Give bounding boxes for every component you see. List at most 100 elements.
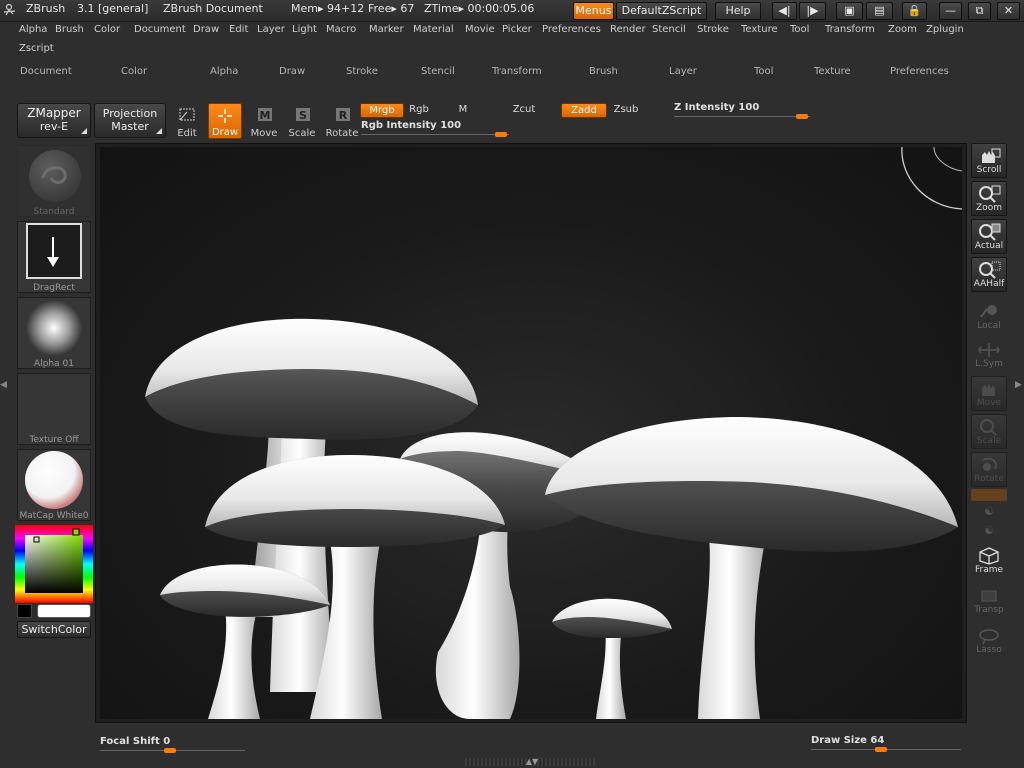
scale-mode-button[interactable]: S Scale: [285, 103, 319, 139]
layout-toggle-icon[interactable]: ▣: [836, 2, 863, 20]
layout-alt-icon[interactable]: ▤: [866, 2, 893, 20]
scale-view-button[interactable]: Scale: [971, 414, 1007, 449]
menu-preferences[interactable]: Preferences: [542, 24, 601, 35]
switch-color-button[interactable]: SwitchColor: [17, 621, 91, 638]
mrgb-button[interactable]: Mrgb: [360, 103, 404, 118]
menu-texture[interactable]: Texture: [741, 24, 778, 35]
alpha-preview-icon: [26, 300, 82, 356]
tray-document[interactable]: Document: [20, 66, 72, 77]
aahalf-button[interactable]: AAHalf: [971, 257, 1007, 292]
menu-edit[interactable]: Edit: [229, 24, 248, 35]
sym-dim-icon[interactable]: ☯: [982, 505, 996, 519]
menu-light[interactable]: Light: [292, 24, 317, 35]
rotate-view-button[interactable]: Rotate: [971, 452, 1007, 487]
zcut-button[interactable]: Zcut: [508, 103, 540, 118]
tray-brush[interactable]: Brush: [589, 66, 618, 77]
menu-alpha[interactable]: Alpha: [19, 24, 47, 35]
tray-expand-arrows-icon[interactable]: ▲▼: [520, 757, 544, 767]
tray-draw[interactable]: Draw: [279, 66, 305, 77]
tray-tool[interactable]: Tool: [754, 66, 773, 77]
menu-tool[interactable]: Tool: [790, 24, 809, 35]
menu-stencil[interactable]: Stencil: [652, 24, 686, 35]
transp-icon: [981, 590, 997, 602]
menu-picker[interactable]: Picker: [502, 24, 532, 35]
stroke-slot[interactable]: DragRect: [17, 221, 91, 293]
polyf-toggle[interactable]: [971, 489, 1007, 501]
left-tray-arrow-icon[interactable]: ◀: [0, 380, 8, 402]
zoom-button[interactable]: Zoom: [971, 181, 1007, 216]
rgb-intensity-slider[interactable]: Rgb Intensity 100: [361, 120, 509, 137]
menu-document[interactable]: Document: [134, 24, 186, 35]
tray-stroke[interactable]: Stroke: [346, 66, 378, 77]
default-zscript-button[interactable]: DefaultZScript: [616, 2, 707, 20]
transp-button[interactable]: Transp: [971, 584, 1007, 619]
slider-knob[interactable]: [796, 114, 808, 119]
menu-zplugin[interactable]: Zplugin: [926, 24, 964, 35]
brush-slot[interactable]: Standard: [17, 145, 91, 217]
palette-left-icon[interactable]: ◀|: [772, 2, 797, 20]
alpha-slot[interactable]: Alpha 01: [17, 297, 91, 369]
zsub-button[interactable]: Zsub: [611, 103, 641, 118]
tray-color[interactable]: Color: [121, 66, 147, 77]
menu-layer[interactable]: Layer: [257, 24, 285, 35]
minimize-icon[interactable]: —: [939, 2, 962, 20]
tray-preferences[interactable]: Preferences: [890, 66, 949, 77]
menu-stroke[interactable]: Stroke: [697, 24, 729, 35]
menu-movie[interactable]: Movie: [465, 24, 495, 35]
color-picker[interactable]: [15, 525, 93, 603]
secondary-color-swatch[interactable]: [17, 604, 32, 618]
menu-render[interactable]: Render: [610, 24, 646, 35]
lock-icon[interactable]: 🔒: [902, 2, 927, 20]
document-canvas[interactable]: [100, 147, 962, 719]
local-button[interactable]: Local: [971, 300, 1007, 335]
move-mode-button[interactable]: M Move: [247, 103, 281, 139]
menu-zscript[interactable]: Zscript: [19, 43, 54, 54]
move-hand-icon: [982, 384, 995, 396]
actual-button[interactable]: Actual: [971, 219, 1007, 254]
slider-knob[interactable]: [164, 748, 176, 753]
tray-transform[interactable]: Transform: [492, 66, 542, 77]
menu-marker[interactable]: Marker: [369, 24, 404, 35]
menu-color[interactable]: Color: [94, 24, 120, 35]
menu-transform[interactable]: Transform: [825, 24, 875, 35]
palette-right-icon[interactable]: |▶: [799, 2, 826, 20]
menu-draw[interactable]: Draw: [193, 24, 219, 35]
m-button[interactable]: M: [454, 103, 472, 118]
focal-shift-slider[interactable]: Focal Shift 0: [100, 736, 245, 753]
menu-material[interactable]: Material: [413, 24, 454, 35]
sym-dim-icon-2[interactable]: ☯: [982, 524, 996, 538]
slider-knob[interactable]: [875, 747, 887, 752]
menu-brush[interactable]: Brush: [55, 24, 84, 35]
frame-button[interactable]: Frame: [971, 544, 1007, 579]
tray-texture[interactable]: Texture: [814, 66, 851, 77]
restore-icon[interactable]: ⧉: [968, 2, 991, 20]
texture-slot[interactable]: Texture Off: [17, 373, 91, 445]
primary-color-swatch[interactable]: [37, 604, 91, 618]
zmapper-button[interactable]: ZMapper rev-E: [17, 103, 91, 138]
draw-size-slider[interactable]: Draw Size 64: [811, 735, 961, 752]
rgb-button[interactable]: Rgb: [406, 103, 432, 118]
material-slot[interactable]: MatCap White0: [17, 449, 91, 521]
edit-mode-button[interactable]: Edit: [170, 103, 204, 139]
zbrush-logo-icon: [3, 3, 16, 16]
z-intensity-slider[interactable]: Z Intensity 100: [674, 102, 810, 119]
draw-mode-button[interactable]: Draw: [208, 103, 242, 139]
menu-zoom[interactable]: Zoom: [888, 24, 917, 35]
projection-master-button[interactable]: Projection Master: [94, 103, 166, 138]
tray-stencil[interactable]: Stencil: [421, 66, 455, 77]
zadd-button[interactable]: Zadd: [561, 103, 607, 118]
move-view-button[interactable]: Move: [971, 376, 1007, 411]
right-tray-arrow-icon[interactable]: ▶: [1015, 380, 1023, 402]
slider-knob[interactable]: [495, 132, 507, 137]
tray-alpha[interactable]: Alpha: [210, 66, 238, 77]
scroll-button[interactable]: Scroll: [971, 143, 1007, 178]
menus-button[interactable]: Menus: [573, 2, 614, 20]
close-icon[interactable]: ✕: [997, 2, 1020, 20]
lasso-button[interactable]: Lasso: [971, 624, 1007, 659]
lsym-button[interactable]: L.Sym: [971, 338, 1007, 373]
draw-label: Draw: [211, 127, 239, 138]
tray-layer[interactable]: Layer: [669, 66, 697, 77]
menu-macro[interactable]: Macro: [326, 24, 356, 35]
rotate-mode-button[interactable]: R Rotate: [323, 103, 361, 139]
help-button[interactable]: Help: [715, 2, 761, 20]
